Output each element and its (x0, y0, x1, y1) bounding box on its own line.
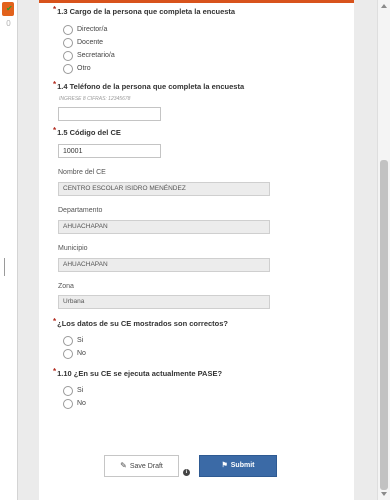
pencil-icon: ✎ (120, 461, 127, 470)
badge-count: 0 (6, 19, 11, 28)
zone-label: Zona (58, 283, 74, 290)
save-draft-button[interactable]: ✎ Save Draft (104, 455, 179, 477)
radio-button[interactable] (63, 38, 73, 48)
required-asterisk: * (53, 317, 57, 326)
scrollbar[interactable] (377, 0, 390, 500)
required-asterisk: * (53, 80, 57, 89)
ce-name-field: CENTRO ESCOLAR ISIDRO MENÉNDEZ (58, 182, 270, 196)
radio-button[interactable] (63, 51, 73, 61)
question-1-5-label: *1.5 Código del CE (53, 126, 121, 137)
radio-button[interactable] (63, 64, 73, 74)
ce-code-input[interactable] (58, 144, 161, 158)
required-asterisk: * (53, 126, 57, 135)
phone-input[interactable] (58, 107, 161, 121)
sidebar-marker (4, 258, 5, 276)
required-asterisk: * (53, 367, 57, 376)
radio-button[interactable] (63, 25, 73, 35)
radio-button[interactable] (63, 386, 73, 396)
top-accent-stripe (39, 0, 354, 3)
required-asterisk: * (53, 5, 57, 14)
pin-icon: ⚑ (221, 462, 228, 469)
phone-hint: INGRESE 8 CIFRAS: 12345678 (59, 96, 131, 102)
submit-button[interactable]: ⚑ Submit (199, 455, 277, 477)
ce-name-label: Nombre del CE (58, 169, 106, 176)
scroll-up-arrow-icon[interactable] (381, 4, 387, 8)
scrollbar-thumb[interactable] (380, 160, 388, 490)
department-label: Departamento (58, 207, 103, 214)
info-icon[interactable]: i (183, 469, 190, 476)
radio-button[interactable] (63, 349, 73, 359)
radio-button[interactable] (63, 336, 73, 346)
question-data-correct-label: *¿Los datos de su CE mostrados son corre… (53, 317, 228, 328)
department-field: AHUACHAPAN (58, 220, 270, 234)
municipality-field: AHUACHAPAN (58, 258, 270, 272)
left-sidebar: ✔ 0 (0, 0, 18, 500)
question-1-3-label: *1.3 Cargo de la persona que completa la… (53, 5, 236, 16)
scroll-down-arrow-icon[interactable] (381, 492, 387, 496)
check-icon: ✔ (6, 4, 13, 13)
question-1-4-label: *1.4 Teléfono de la persona que completa… (53, 80, 245, 91)
question-1-10-label: *1.10 ¿En su CE se ejecuta actualmente P… (53, 367, 223, 378)
zone-field: Urbana (58, 295, 270, 309)
radio-button[interactable] (63, 399, 73, 409)
municipality-label: Municipio (58, 245, 88, 252)
